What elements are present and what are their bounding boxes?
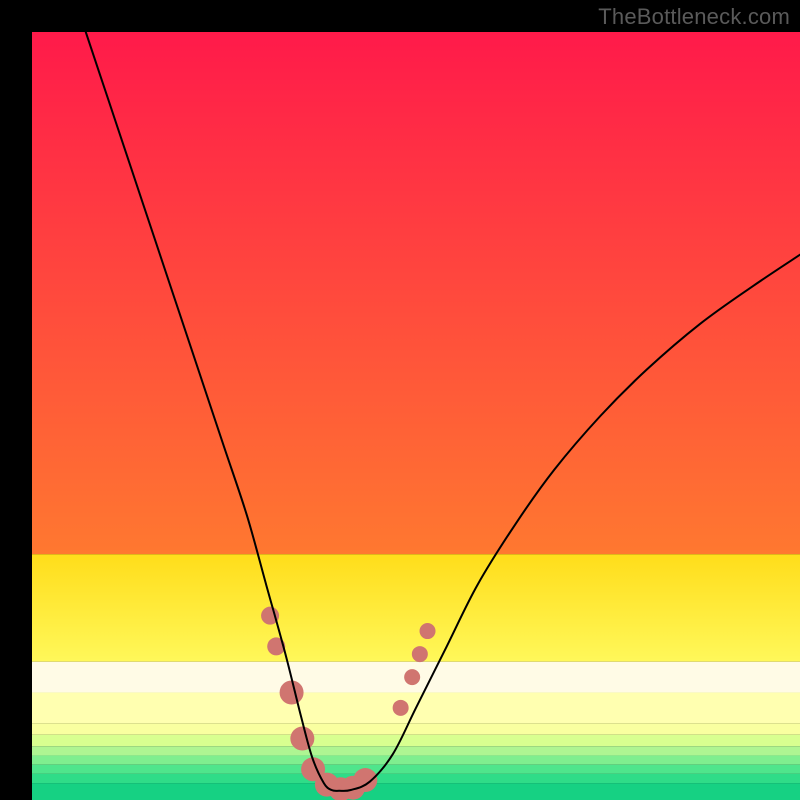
marker-left-cluster (290, 727, 314, 751)
marker-right-cluster (404, 669, 420, 685)
chart-container: TheBottleneck.com (0, 0, 800, 800)
marker-right-cluster (412, 646, 428, 662)
bottleneck-chart (0, 0, 800, 800)
watermark-text: TheBottleneck.com (598, 4, 790, 30)
marker-right-cluster (393, 700, 409, 716)
marker-right-cluster (420, 623, 436, 639)
marker-left-cluster (280, 680, 304, 704)
